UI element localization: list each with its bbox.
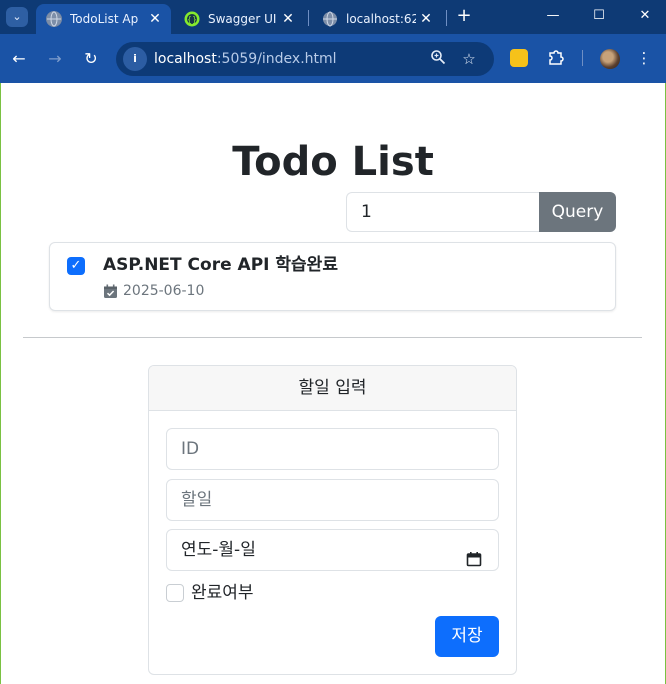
calendar-icon[interactable] — [466, 542, 482, 567]
todo-input[interactable]: 할일 — [166, 479, 499, 521]
swagger-icon: {} — [184, 11, 200, 27]
save-button[interactable]: 저장 — [435, 616, 499, 657]
tab-separator — [308, 10, 309, 26]
new-tab-button[interactable]: + — [454, 6, 474, 26]
tab-title: Swagger UI — [208, 12, 277, 26]
chevron-down-icon: ⌄ — [12, 10, 22, 23]
todo-completed-checkbox[interactable]: ✓ — [67, 257, 85, 275]
todo-form-card: 할일 입력 ID 할일 연도-월-일 완료여부 저장 — [148, 365, 517, 675]
maximize-button[interactable]: ☐ — [589, 6, 609, 26]
site-info-icon[interactable]: i — [123, 47, 147, 71]
todo-date: 2025-06-10 — [123, 283, 205, 299]
tab-todolist[interactable]: TodoList App ✕ — [36, 4, 171, 34]
address-bar[interactable]: i localhost:5059/index.html ☆ — [116, 42, 494, 76]
window-close-button[interactable]: ✕ — [635, 6, 655, 26]
tab-search-button[interactable]: ⌄ — [6, 7, 28, 27]
section-divider — [23, 337, 642, 338]
url-host: localhost — [154, 51, 217, 67]
todo-title: ASP.NET Core API 학습완료 — [103, 255, 338, 275]
query-input[interactable]: 1 — [346, 192, 539, 232]
date-input[interactable]: 연도-월-일 — [166, 529, 499, 571]
extension-lightbulb-icon[interactable] — [510, 49, 528, 67]
close-icon[interactable]: ✕ — [418, 10, 434, 28]
tab-separator — [446, 10, 447, 26]
profile-avatar[interactable] — [600, 49, 620, 69]
tab-localhost[interactable]: localhost:62 ✕ — [312, 4, 442, 34]
reload-icon[interactable]: ↻ — [80, 48, 102, 70]
browser-toolbar: ← → ↻ i localhost:5059/index.html ☆ — [0, 34, 666, 83]
zoom-icon[interactable] — [428, 49, 448, 69]
minimize-button[interactable]: — — [543, 6, 563, 26]
tab-title: localhost:62 — [346, 12, 416, 26]
tab-title: TodoList App — [70, 12, 138, 26]
date-input-placeholder: 연도-월-일 — [181, 540, 256, 560]
done-checkbox[interactable] — [166, 584, 184, 602]
page-title: Todo List — [232, 139, 434, 185]
form-header: 할일 입력 — [149, 366, 516, 411]
close-icon[interactable]: ✕ — [147, 10, 163, 28]
more-menu-icon[interactable]: ⋮ — [634, 48, 654, 68]
calendar-check-icon — [103, 284, 118, 299]
bookmark-star-icon[interactable]: ☆ — [459, 49, 479, 69]
done-checkbox-row[interactable]: 완료여부 — [166, 582, 254, 604]
url-path: :5059/index.html — [216, 51, 337, 67]
query-button[interactable]: Query — [539, 192, 616, 232]
close-icon[interactable]: ✕ — [280, 10, 296, 28]
extensions-puzzle-icon[interactable] — [546, 48, 566, 68]
todo-list-item: ✓ ASP.NET Core API 학습완료 2025-06-10 — [49, 242, 616, 311]
svg-text:{}: {} — [187, 15, 197, 24]
id-input[interactable]: ID — [166, 428, 499, 470]
todo-date-row: 2025-06-10 — [103, 282, 204, 300]
toolbar-separator — [582, 50, 583, 66]
tab-swagger[interactable]: {} Swagger UI ✕ — [174, 4, 304, 34]
globe-icon — [322, 11, 338, 27]
browser-titlebar: ⌄ TodoList App ✕ {} Swagger UI ✕ localho… — [0, 0, 666, 34]
forward-arrow-icon[interactable]: → — [44, 48, 66, 70]
globe-icon — [46, 11, 62, 27]
done-label: 완료여부 — [191, 583, 254, 603]
address-url[interactable]: localhost:5059/index.html — [154, 42, 337, 76]
back-arrow-icon[interactable]: ← — [8, 48, 30, 70]
query-group: 1 Query — [346, 192, 616, 232]
